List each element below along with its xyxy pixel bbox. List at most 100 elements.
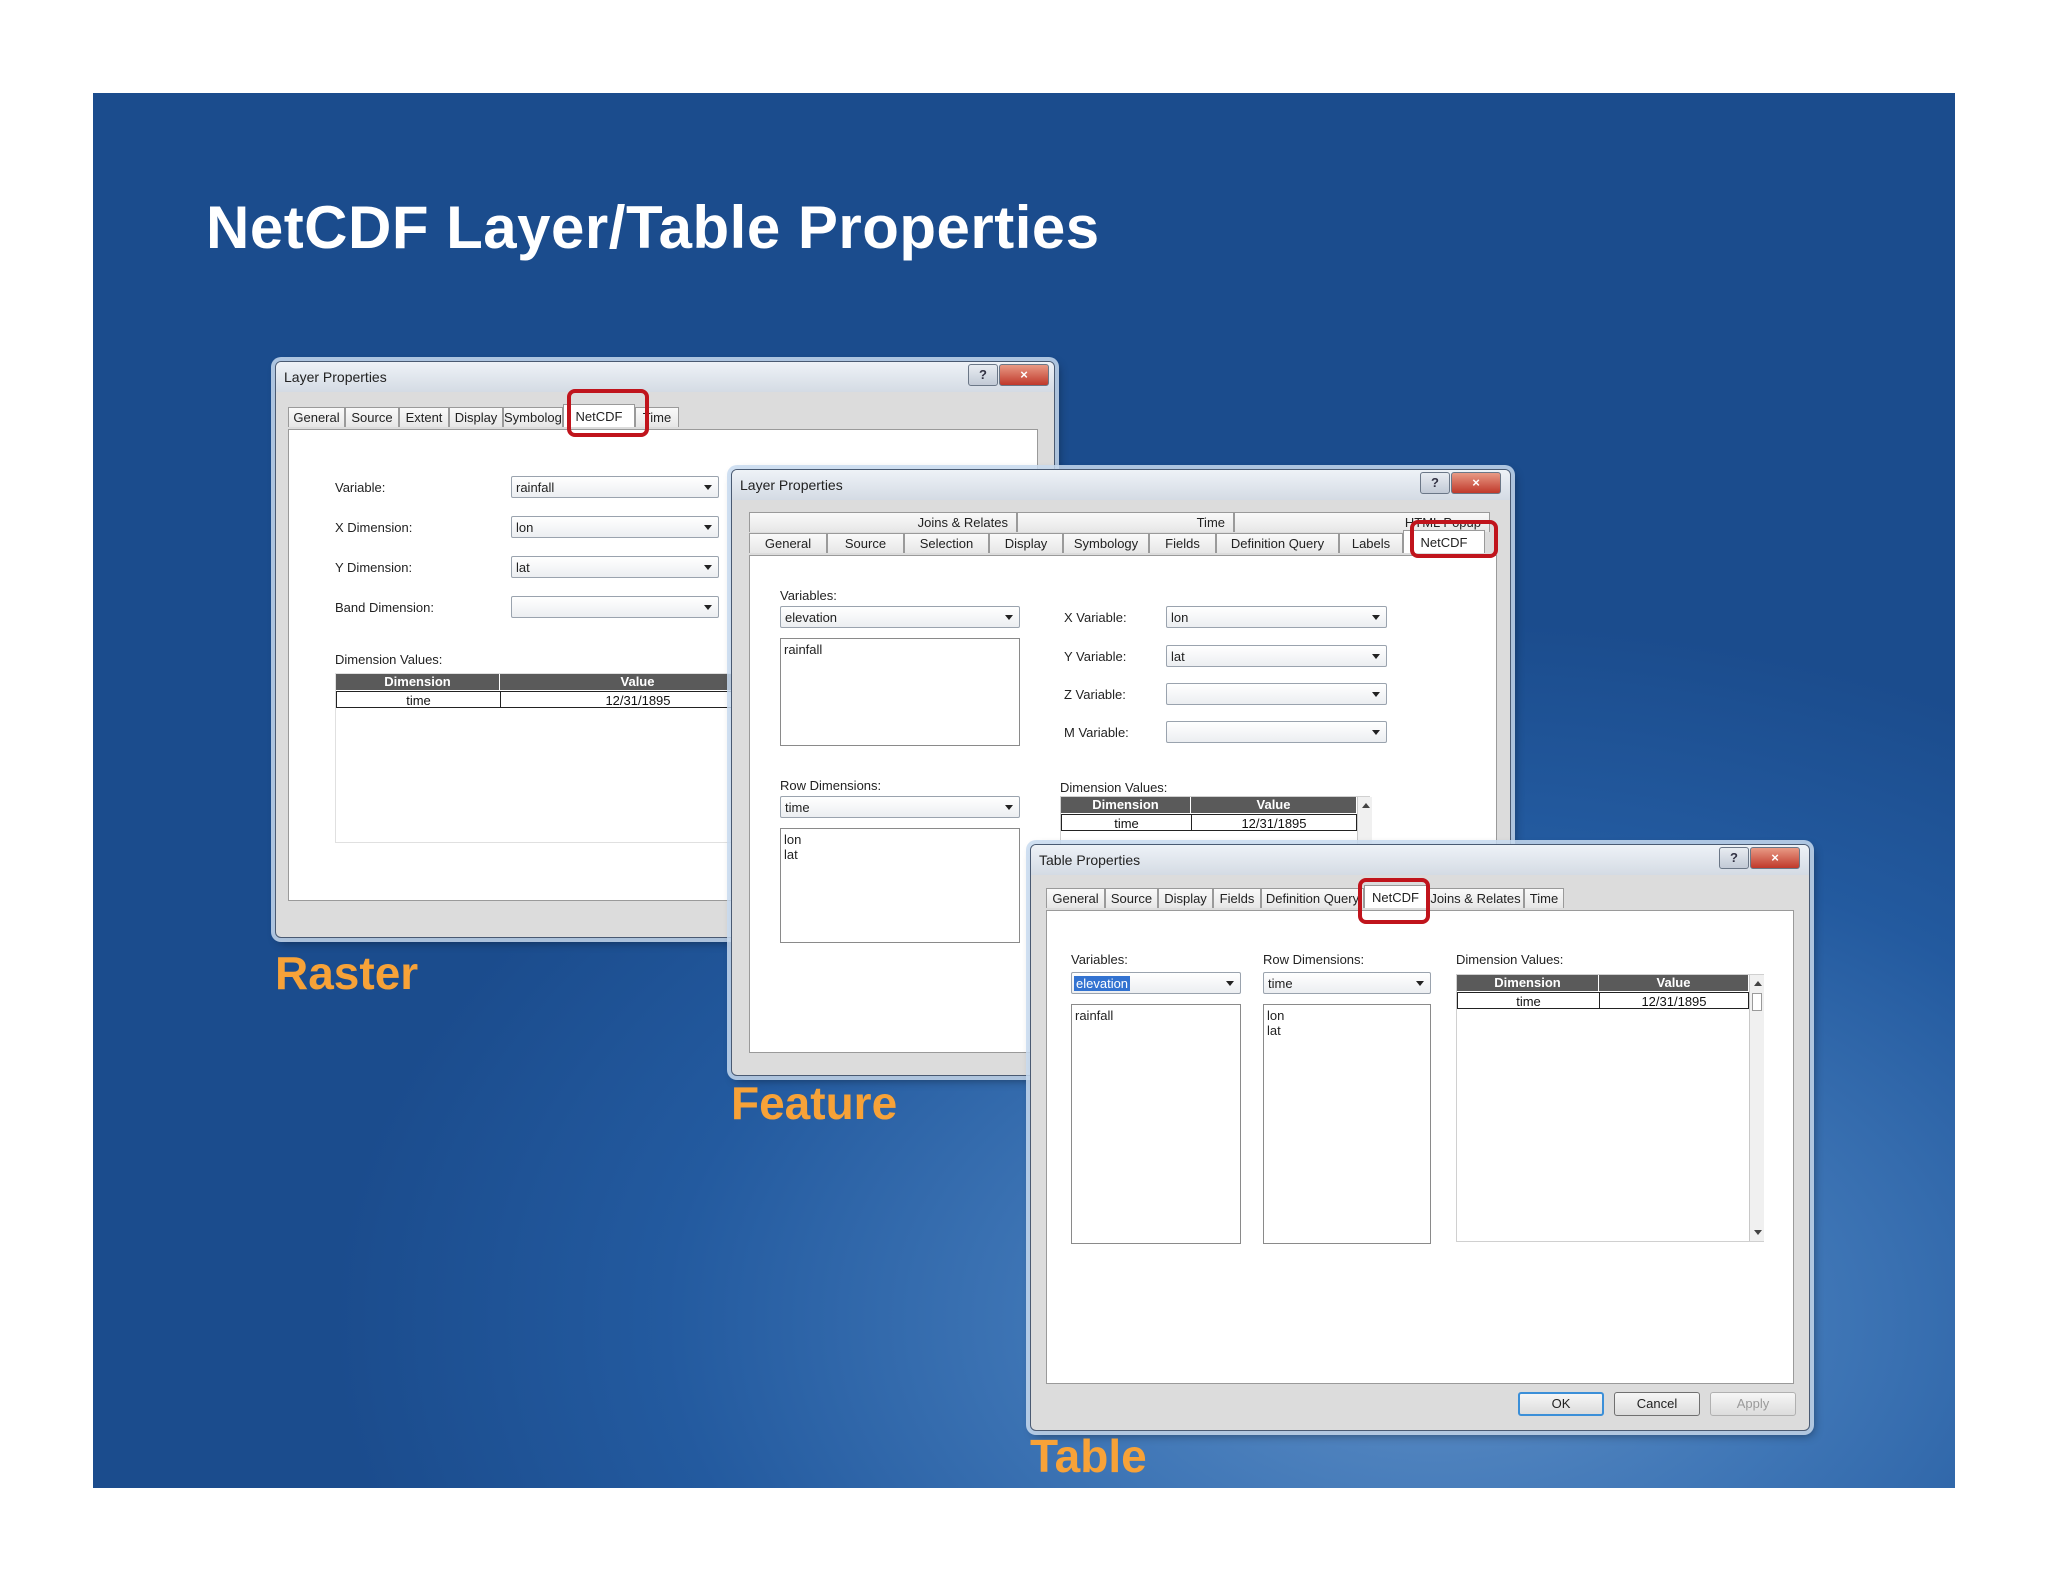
table-properties-dialog: Table Properties ? × General Source Disp… [1030, 844, 1810, 1431]
raster-variable-dropdown[interactable]: rainfall [511, 476, 719, 498]
feature-tab-source[interactable]: Source [827, 533, 904, 553]
feature-dialog-title: Layer Properties [740, 477, 843, 493]
list-item[interactable]: rainfall [1072, 1008, 1240, 1023]
caption-feature: Feature [731, 1077, 898, 1129]
grid-cell-dimension[interactable]: time [1457, 992, 1600, 1009]
feature-xvar-label: X Variable: [1064, 610, 1127, 625]
table-tab-strip: General Source Display Fields Definition… [1046, 885, 1564, 910]
raster-banddim-dropdown[interactable] [511, 596, 719, 618]
feature-help-button[interactable]: ? [1420, 472, 1450, 494]
cancel-button[interactable]: Cancel [1614, 1392, 1700, 1416]
table-dialog-title: Table Properties [1039, 852, 1141, 868]
feature-tab-time[interactable]: Time [1017, 512, 1234, 532]
table-rowdim-dropdown[interactable]: time [1263, 972, 1431, 994]
grid-cell-value[interactable]: 12/31/1895 [1191, 814, 1357, 831]
raster-variable-label: Variable: [335, 480, 386, 495]
feature-tab-display[interactable]: Display [989, 533, 1063, 553]
raster-help-button[interactable]: ? [968, 364, 998, 386]
table-rowdim-list[interactable]: lon lat [1263, 1004, 1431, 1244]
raster-tab-display[interactable]: Display [449, 407, 503, 427]
caption-table: Table [1030, 1430, 1147, 1482]
table-close-button[interactable]: × [1750, 847, 1800, 869]
table-tab-source[interactable]: Source [1105, 888, 1158, 908]
feature-tab-selection[interactable]: Selection [904, 533, 989, 553]
raster-xdim-label: X Dimension: [335, 520, 413, 535]
feature-variables-dropdown[interactable]: elevation [780, 606, 1020, 628]
table-dimvalues-label: Dimension Values: [1456, 952, 1564, 967]
feature-tab-definition-query[interactable]: Definition Query [1216, 533, 1339, 553]
list-item[interactable]: lon [1264, 1008, 1430, 1023]
raster-ydim-value: lat [516, 560, 530, 575]
raster-tab-source[interactable]: Source [345, 407, 399, 427]
apply-button[interactable]: Apply [1710, 1392, 1796, 1416]
grid-cell-dimension[interactable]: time [336, 691, 501, 708]
chevron-down-icon [704, 565, 712, 570]
feature-rowdim-dropdown[interactable]: time [780, 796, 1020, 818]
feature-dimension-grid[interactable]: Dimension Value time 12/31/1895 [1060, 796, 1372, 847]
feature-yvar-value: lat [1171, 649, 1185, 664]
feature-tab-fields[interactable]: Fields [1149, 533, 1216, 553]
feature-close-button[interactable]: × [1451, 472, 1501, 494]
grid-cell-dimension[interactable]: time [1061, 814, 1192, 831]
table-tab-time[interactable]: Time [1524, 888, 1564, 908]
slide: NetCDF Layer/Table Properties Layer Prop… [93, 93, 1955, 1488]
table-tab-fields[interactable]: Fields [1213, 888, 1261, 908]
raster-banddim-label: Band Dimension: [335, 600, 434, 615]
list-item[interactable]: lon [781, 832, 1019, 847]
table-tab-joins-relates[interactable]: Joins & Relates [1427, 888, 1524, 908]
feature-titlebar[interactable]: Layer Properties ? × [732, 470, 1510, 500]
raster-tab-extent[interactable]: Extent [399, 407, 449, 427]
feature-yvar-dropdown[interactable]: lat [1166, 645, 1387, 667]
table-tab-definition-query[interactable]: Definition Query [1261, 888, 1364, 908]
feature-xvar-dropdown[interactable]: lon [1166, 606, 1387, 628]
raster-titlebar[interactable]: Layer Properties ? × [276, 362, 1054, 392]
raster-xdim-dropdown[interactable]: lon [511, 516, 719, 538]
raster-tab-general[interactable]: General [288, 407, 345, 427]
raster-ydim-label: Y Dimension: [335, 560, 413, 575]
list-item[interactable]: rainfall [781, 642, 1019, 657]
table-rowdim-label: Row Dimensions: [1263, 952, 1365, 967]
feature-zvar-dropdown[interactable] [1166, 683, 1387, 705]
feature-yvar-label: Y Variable: [1064, 649, 1127, 664]
feature-tab-symbology[interactable]: Symbology [1063, 533, 1149, 553]
grid-cell-value[interactable]: 12/31/1895 [1599, 992, 1749, 1009]
raster-close-button[interactable]: × [999, 364, 1049, 386]
feature-tab-general[interactable]: General [749, 533, 827, 553]
table-grid-scrollbar[interactable] [1749, 975, 1764, 1241]
scroll-thumb[interactable] [1752, 993, 1762, 1011]
table-tab-panel: Variables: elevation rainfall Row Dimens… [1046, 910, 1794, 1384]
feature-tab-joins-relates[interactable]: Joins & Relates [749, 512, 1017, 532]
chevron-down-icon [704, 485, 712, 490]
feature-variables-value: elevation [785, 610, 838, 625]
table-tab-general[interactable]: General [1046, 888, 1105, 908]
feature-grid-scrollbar[interactable] [1357, 797, 1372, 847]
scroll-up-icon[interactable] [1362, 803, 1370, 808]
feature-mvar-label: M Variable: [1064, 725, 1129, 740]
chevron-down-icon [1372, 730, 1380, 735]
chevron-down-icon [1372, 692, 1380, 697]
grid-header-dimension: Dimension [1061, 797, 1191, 813]
feature-rowdim-list[interactable]: lon lat [780, 828, 1020, 943]
table-tab-display[interactable]: Display [1158, 888, 1213, 908]
raster-dimension-grid[interactable]: Dimension Value time 12/31/1895 [335, 673, 776, 843]
list-item[interactable]: lat [781, 847, 1019, 862]
feature-mvar-dropdown[interactable] [1166, 721, 1387, 743]
slide-title: NetCDF Layer/Table Properties [206, 194, 1100, 261]
feature-tab-strip-row2: General Source Selection Display Symbolo… [749, 530, 1485, 555]
chevron-down-icon [1005, 615, 1013, 620]
feature-variables-list[interactable]: rainfall [780, 638, 1020, 746]
list-item[interactable]: lat [1264, 1023, 1430, 1038]
ok-button[interactable]: OK [1518, 1392, 1604, 1416]
scroll-down-icon[interactable] [1754, 1230, 1762, 1235]
raster-variable-value: rainfall [516, 480, 555, 495]
table-titlebar[interactable]: Table Properties ? × [1031, 845, 1809, 875]
grid-header-value: Value [1191, 797, 1357, 813]
table-dimension-grid[interactable]: Dimension Value time 12/31/1895 [1456, 974, 1764, 1242]
scroll-up-icon[interactable] [1754, 981, 1762, 986]
raster-ydim-dropdown[interactable]: lat [511, 556, 719, 578]
table-help-button[interactable]: ? [1719, 847, 1749, 869]
table-variables-list[interactable]: rainfall [1071, 1004, 1241, 1244]
feature-tab-labels[interactable]: Labels [1339, 533, 1403, 553]
raster-tab-symbology[interactable]: Symbology [503, 407, 563, 427]
table-variables-dropdown[interactable]: elevation [1071, 972, 1241, 994]
